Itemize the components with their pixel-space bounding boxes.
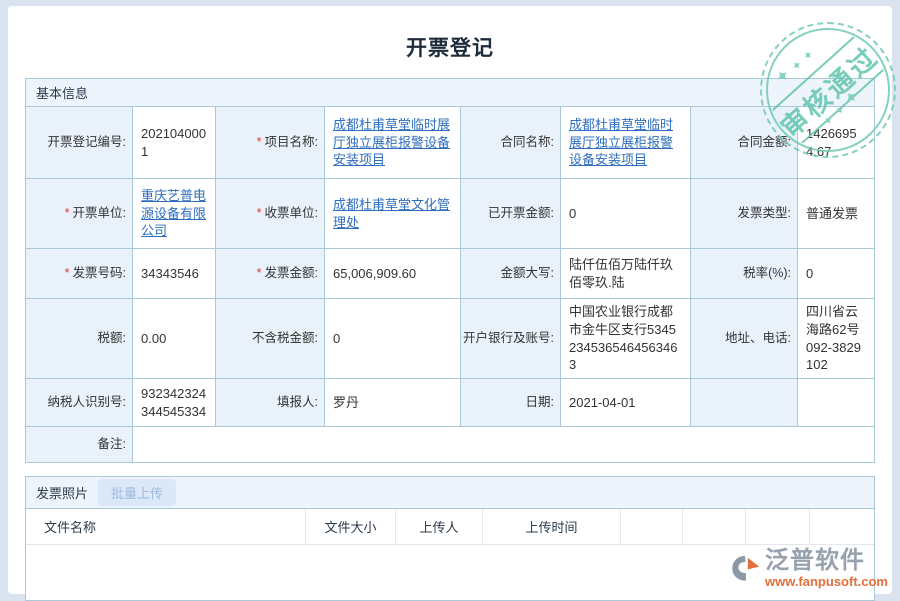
basic-info-section-header: 基本信息	[26, 79, 874, 107]
column-header-empty-1	[621, 509, 683, 545]
field-label-preparer: 填报人:	[216, 379, 325, 427]
field-label-taxpayer-id: 纳税人识别号:	[26, 379, 133, 427]
field-value-reg-no: 2021040001	[133, 107, 216, 179]
field-label-contract-name: 合同名称:	[461, 107, 561, 179]
vendor-url: www.fanpusoft.com	[765, 575, 888, 588]
project-name-link[interactable]: 成都杜甫草堂临时展厅独立展柜报警设备安装项目	[333, 116, 452, 169]
required-marker: *	[257, 134, 262, 150]
field-label-receiver: *收票单位:	[216, 179, 325, 249]
field-value-preparer: 罗丹	[325, 379, 461, 427]
field-label-empty	[691, 379, 798, 427]
field-label-remark: 备注:	[26, 427, 133, 462]
column-header-empty-2	[683, 509, 746, 545]
field-label-bank-account: 开户银行及账号:	[461, 299, 561, 379]
field-label-address-phone: 地址、电话:	[691, 299, 798, 379]
vendor-watermark: 泛普软件 www.fanpusoft.com	[729, 549, 888, 588]
field-value-invoiced-amount: 0	[561, 179, 691, 249]
invoice-photos-table-header: 文件名称 文件大小 上传人 上传时间	[26, 509, 874, 545]
field-value-taxpayer-id: 932342324344545334	[133, 379, 216, 427]
field-label-date: 日期:	[461, 379, 561, 427]
column-header-empty-3	[746, 509, 810, 545]
page-title: 开票登记	[8, 6, 892, 62]
field-label-tax-rate: 税率(%):	[691, 249, 798, 299]
field-value-tax-rate: 0	[798, 249, 874, 299]
field-value-contract-name: 成都杜甫草堂临时展厅独立展柜报警设备安装项目	[561, 107, 691, 179]
field-value-tax-amount: 0.00	[133, 299, 216, 379]
field-value-bank-account: 中国农业银行成都市金牛区支行53452345365464563463	[561, 299, 691, 379]
field-value-issuer: 重庆艺普电源设备有限公司	[133, 179, 216, 249]
column-header-file-name: 文件名称	[26, 509, 306, 545]
field-value-invoice-type: 普通发票	[798, 179, 874, 249]
invoice-photos-section-header: 发票照片 批量上传	[26, 477, 874, 509]
receiver-link[interactable]: 成都杜甫草堂文化管理处	[333, 196, 452, 231]
vendor-watermark-text: 泛普软件 www.fanpusoft.com	[765, 549, 888, 588]
field-label-amount-ex-tax: 不含税金额:	[216, 299, 325, 379]
batch-upload-button[interactable]: 批量上传	[98, 479, 176, 506]
field-label-issuer: *开票单位:	[26, 179, 133, 249]
column-header-file-size: 文件大小	[306, 509, 396, 545]
issuer-link[interactable]: 重庆艺普电源设备有限公司	[141, 187, 207, 240]
column-header-empty-4	[810, 509, 874, 545]
field-label-invoice-amount: *发票金额:	[216, 249, 325, 299]
required-marker: *	[65, 265, 70, 281]
contract-name-link[interactable]: 成都杜甫草堂临时展厅独立展柜报警设备安装项目	[569, 116, 682, 169]
field-label-amount-in-words: 金额大写:	[461, 249, 561, 299]
field-value-receiver: 成都杜甫草堂文化管理处	[325, 179, 461, 249]
field-value-amount-ex-tax: 0	[325, 299, 461, 379]
field-value-amount-in-words: 陆仟伍佰万陆仟玖佰零玖.陆	[561, 249, 691, 299]
basic-info-table: 开票登记编号: 2021040001 *项目名称: 成都杜甫草堂临时展厅独立展柜…	[26, 107, 874, 462]
vendor-brand: 泛普软件	[765, 549, 865, 573]
invoice-photos-section-title: 发票照片	[36, 483, 88, 502]
basic-info-section: 基本信息 开票登记编号: 2021040001 *项目名称: 成都杜甫草堂临时展…	[25, 78, 875, 463]
field-label-invoiced-amount: 已开票金额:	[461, 179, 561, 249]
column-header-uploader: 上传人	[396, 509, 483, 545]
fanpu-logo-icon	[729, 553, 761, 588]
field-label-invoice-type: 发票类型:	[691, 179, 798, 249]
field-value-invoice-no: 34343546	[133, 249, 216, 299]
required-marker: *	[65, 205, 70, 221]
field-value-remark	[133, 427, 874, 462]
field-value-address-phone: 四川省云海路62号 092-3829102	[798, 299, 874, 379]
column-header-upload-time: 上传时间	[483, 509, 621, 545]
field-label-contract-amount: 合同金额:	[691, 107, 798, 179]
basic-info-section-title: 基本信息	[36, 83, 88, 102]
field-value-contract-amount: 14266954.67	[798, 107, 874, 179]
required-marker: *	[257, 265, 262, 281]
field-label-invoice-no: *发票号码:	[26, 249, 133, 299]
field-value-invoice-amount: 65,006,909.60	[325, 249, 461, 299]
required-marker: *	[257, 205, 262, 221]
main-panel: 开票登记 基本信息 开票登记编号: 2021040001 *项目名称: 成都杜甫…	[8, 6, 892, 594]
field-label-tax-amount: 税额:	[26, 299, 133, 379]
field-value-empty	[798, 379, 874, 427]
field-label-reg-no: 开票登记编号:	[26, 107, 133, 179]
field-value-project-name: 成都杜甫草堂临时展厅独立展柜报警设备安装项目	[325, 107, 461, 179]
field-value-date: 2021-04-01	[561, 379, 691, 427]
field-label-project-name: *项目名称:	[216, 107, 325, 179]
